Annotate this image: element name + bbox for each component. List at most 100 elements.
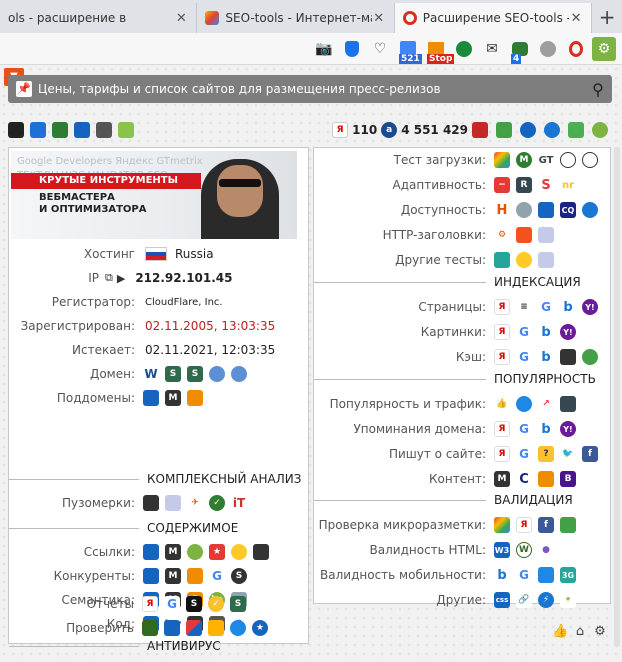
blocks-icon[interactable]: [186, 620, 202, 636]
yandex-icon[interactable]: Я: [494, 446, 510, 462]
r-icon[interactable]: R: [516, 177, 532, 193]
tab-2[interactable]: SEO-tools - Интернет-маг ✕: [197, 3, 395, 33]
google-icon[interactable]: G: [516, 349, 532, 365]
google-icon[interactable]: G: [538, 299, 554, 315]
orange-tool-icon[interactable]: [187, 568, 203, 584]
hexagon-icon[interactable]: [494, 252, 510, 268]
shield-check-icon[interactable]: [340, 37, 364, 61]
arrow-flag-icon[interactable]: [164, 620, 180, 636]
h-icon[interactable]: H: [494, 202, 510, 218]
css-icon[interactable]: css: [494, 592, 510, 608]
bug-icon[interactable]: ●: [538, 542, 554, 558]
scrollbar[interactable]: [614, 147, 620, 647]
pixel-icon[interactable]: [538, 252, 554, 268]
globe-icon[interactable]: [536, 37, 560, 61]
print-icon[interactable]: [96, 122, 112, 138]
globe-icon[interactable]: [516, 396, 532, 412]
stop-icon[interactable]: Stop: [424, 37, 455, 64]
globe-icon[interactable]: [582, 202, 598, 218]
mail-icon[interactable]: ✉: [480, 37, 504, 61]
google-icon[interactable]: G: [209, 568, 225, 584]
shield-blue-icon[interactable]: [538, 202, 554, 218]
qr-code-icon[interactable]: [8, 122, 24, 138]
trend-icon[interactable]: ↗: [538, 396, 554, 412]
orange-tool-icon[interactable]: [187, 390, 203, 406]
star-circle-icon[interactable]: ★: [252, 620, 268, 636]
eagle-icon[interactable]: [472, 122, 488, 138]
camera-icon[interactable]: [30, 122, 46, 138]
three-g-icon[interactable]: 3G: [560, 567, 576, 583]
yandex-icon[interactable]: Я: [494, 349, 510, 365]
cq-icon[interactable]: CQ: [560, 202, 576, 218]
earth-icon[interactable]: [582, 349, 598, 365]
www-globe-2-icon[interactable]: [231, 366, 247, 382]
m-tool-icon[interactable]: M: [165, 390, 181, 406]
twitter-icon[interactable]: 🐦: [560, 446, 576, 462]
shield-orange-icon[interactable]: [208, 620, 224, 636]
bing-icon[interactable]: b: [560, 299, 576, 315]
seo-tools-gear-icon[interactable]: ⚙: [592, 36, 616, 61]
new-tab-button[interactable]: +: [592, 3, 622, 33]
m-tool-icon[interactable]: M: [494, 471, 510, 487]
thumbs-up-icon[interactable]: 👍: [552, 624, 568, 640]
yandex-icon[interactable]: Я: [494, 299, 510, 315]
heart-icon[interactable]: ♡: [368, 37, 392, 61]
yahoo-icon[interactable]: Y!: [560, 421, 576, 437]
question-icon[interactable]: ?: [538, 446, 554, 462]
virus-icon[interactable]: [142, 620, 158, 636]
earth-icon[interactable]: [230, 620, 246, 636]
m-tool-icon[interactable]: M: [165, 544, 181, 560]
s-tool-icon[interactable]: S: [230, 596, 246, 612]
opera-icon[interactable]: [564, 37, 588, 61]
s-circle-icon[interactable]: S: [231, 568, 247, 584]
bird-icon[interactable]: ✈: [187, 495, 203, 511]
www-icon[interactable]: [520, 122, 536, 138]
bing-icon[interactable]: b: [538, 421, 554, 437]
promo-banner[interactable]: Google Developers Яндекс GTmetrix TEXT.R…: [11, 151, 297, 239]
search-icon[interactable]: ⚲: [584, 80, 612, 99]
puzzle-icon[interactable]: [560, 517, 576, 533]
facebook-icon[interactable]: f: [538, 517, 554, 533]
translate-icon[interactable]: 521: [396, 37, 422, 64]
google-icon[interactable]: G: [164, 596, 180, 612]
yahoo-icon[interactable]: Y!: [560, 324, 576, 340]
google-icon[interactable]: G: [516, 567, 532, 583]
minus-icon[interactable]: −: [494, 177, 510, 193]
majestic-icon[interactable]: [143, 544, 159, 560]
chart-icon[interactable]: [143, 495, 159, 511]
close-icon[interactable]: ✕: [372, 11, 386, 26]
gears-icon[interactable]: ⚙: [494, 227, 510, 243]
archive-icon[interactable]: [560, 349, 576, 365]
facebook-icon[interactable]: f: [582, 446, 598, 462]
google-icon[interactable]: G: [516, 446, 532, 462]
play-icon[interactable]: ▶: [117, 272, 125, 285]
person-icon[interactable]: [118, 122, 134, 138]
search-bar[interactable]: 📌 Цены, тарифы и список сайтов для разме…: [8, 75, 612, 103]
nr-icon[interactable]: nr: [560, 177, 576, 193]
w3c-icon[interactable]: W3: [494, 542, 510, 558]
gear-icon[interactable]: ⚙: [592, 624, 608, 640]
globe-icon[interactable]: [544, 122, 560, 138]
pixel-icon[interactable]: [165, 495, 181, 511]
yandex-icon[interactable]: Я: [494, 421, 510, 437]
b-icon[interactable]: B: [560, 471, 576, 487]
camera-icon[interactable]: 📷: [312, 37, 336, 61]
bars-icon[interactable]: [560, 396, 576, 412]
majestic-icon[interactable]: [143, 568, 159, 584]
monitor-icon[interactable]: [253, 544, 269, 560]
m-green-icon[interactable]: M: [516, 152, 532, 168]
link-icon[interactable]: 🔗: [516, 592, 532, 608]
smiley-icon[interactable]: [516, 252, 532, 268]
tab-1[interactable]: ols - расширение в ✕: [0, 3, 198, 33]
m-tool-icon[interactable]: M: [165, 568, 181, 584]
flower-icon[interactable]: [187, 544, 203, 560]
close-icon[interactable]: ✕: [569, 11, 583, 26]
pagespeed-icon[interactable]: [494, 152, 510, 168]
close-icon[interactable]: ✕: [174, 11, 188, 26]
star-icon[interactable]: ★: [209, 544, 225, 560]
shield-icon[interactable]: [496, 122, 512, 138]
gtmetrix-icon[interactable]: GT: [538, 152, 554, 168]
yandex-icon[interactable]: Я: [494, 324, 510, 340]
bing-icon[interactable]: b: [538, 324, 554, 340]
speedometer-icon[interactable]: [560, 152, 576, 168]
